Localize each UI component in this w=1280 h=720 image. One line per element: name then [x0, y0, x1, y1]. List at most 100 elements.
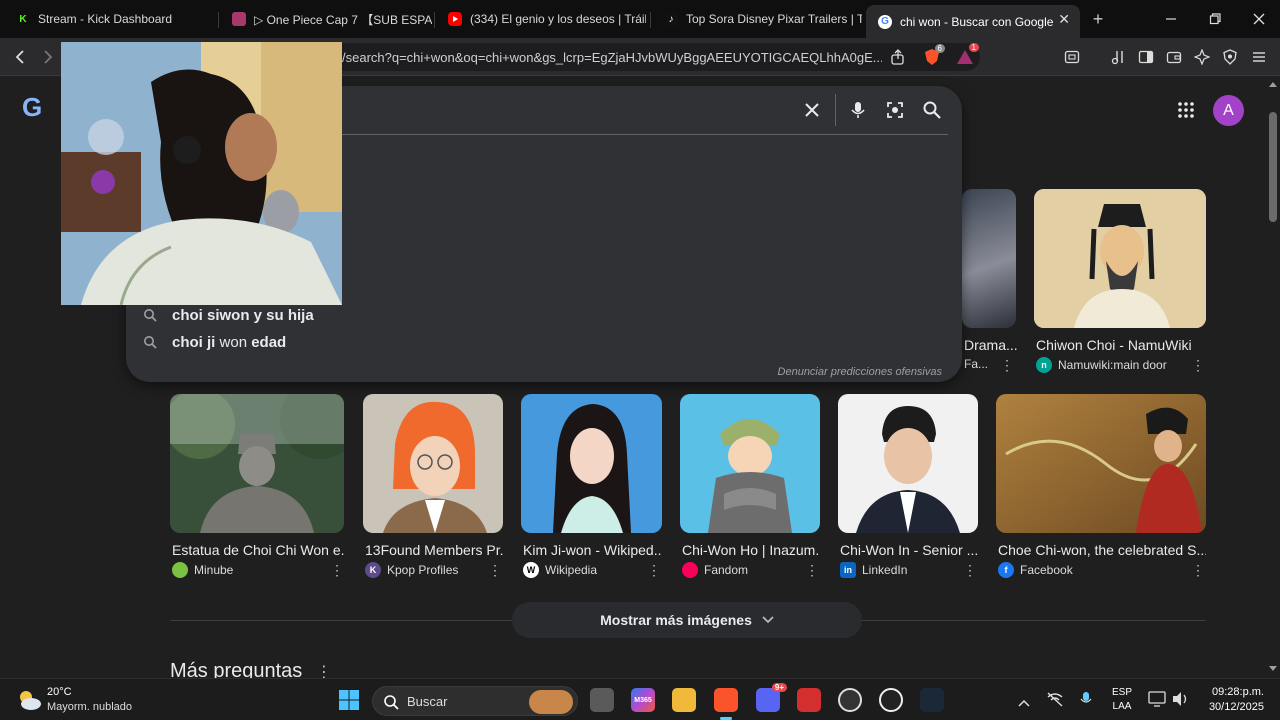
more-options-icon[interactable]: ⋮ — [488, 562, 502, 578]
image-result-card[interactable]: Estatua de Choi Chi Won e... Minube ⋮ — [170, 394, 344, 584]
obs-icon[interactable] — [838, 688, 862, 712]
reader-mode-icon[interactable] — [1062, 47, 1082, 67]
clear-search-icon[interactable] — [802, 100, 822, 120]
microsoft-365-icon[interactable]: M365 — [631, 688, 655, 712]
close-window-button[interactable] — [1248, 8, 1270, 30]
scrollbar-thumb[interactable] — [1269, 112, 1277, 222]
google-logo[interactable]: G — [22, 92, 42, 123]
file-explorer-icon[interactable] — [672, 688, 696, 712]
webcam-app-icon[interactable] — [879, 688, 903, 712]
result-source[interactable]: Fa... — [964, 357, 994, 371]
lens-search-icon[interactable] — [885, 100, 905, 120]
image-result-card[interactable]: Chi-Won In - Senior ... in LinkedIn ⋮ — [838, 394, 978, 584]
weather-temp[interactable]: 20°C — [47, 686, 72, 698]
more-options-icon[interactable]: ⋮ — [1000, 357, 1014, 373]
tab-one-piece[interactable]: ▷ One Piece Cap 7 【SUB ESPAÑOL — [220, 5, 432, 33]
back-icon[interactable] — [10, 47, 30, 67]
tab-google-search[interactable]: G chi won - Buscar con Google ✕ — [866, 5, 1080, 38]
more-options-icon[interactable]: ⋮ — [330, 562, 344, 578]
result-title[interactable]: Choe Chi-won, the celebrated S... — [998, 542, 1206, 558]
image-result-card[interactable]: Chiwon Choi - NamuWiki n Namuwiki:main d… — [1034, 189, 1206, 373]
image-result-card[interactable]: Chi-Won Ho | Inazum... Fandom ⋮ — [680, 394, 820, 584]
scroll-up-arrow[interactable] — [1269, 82, 1277, 87]
wallet-icon[interactable] — [1164, 47, 1184, 67]
more-options-icon[interactable]: ⋮ — [805, 562, 819, 578]
result-thumbnail[interactable] — [363, 394, 503, 533]
result-thumbnail[interactable] — [962, 189, 1016, 328]
menu-icon[interactable] — [1249, 47, 1269, 67]
url-text[interactable]: /search?q=chi+won&oq=chi+won&gs_lcrp=EgZ… — [342, 50, 882, 65]
display-icon[interactable] — [1148, 691, 1166, 712]
result-source[interactable]: W Wikipedia — [523, 562, 597, 578]
vpn-shield-icon[interactable] — [1220, 47, 1240, 67]
clock[interactable]: 09:28:p.m. 30/12/2025 — [1200, 686, 1264, 713]
suggestion-item[interactable]: choi siwon y su hija — [138, 302, 314, 328]
close-tab-icon[interactable]: ✕ — [1058, 11, 1070, 28]
brave-shields-icon[interactable]: 6 — [922, 44, 945, 67]
show-more-images-button[interactable]: Mostrar más imágenes — [512, 602, 862, 638]
network-off-icon[interactable] — [1046, 691, 1064, 712]
suggestion-item[interactable]: choi ji won edad — [138, 329, 286, 355]
more-options-icon[interactable]: ⋮ — [1191, 562, 1205, 578]
result-source[interactable]: Minube — [172, 562, 233, 578]
search-icon[interactable] — [922, 100, 942, 120]
scroll-down-arrow[interactable] — [1269, 666, 1277, 671]
image-result-card[interactable]: Kim Ji-won - Wikiped... W Wikipedia ⋮ — [521, 394, 662, 584]
forward-icon[interactable] — [38, 47, 58, 67]
result-title[interactable]: Chiwon Choi - NamuWiki — [1036, 337, 1206, 353]
result-title[interactable]: Chi-Won In - Senior ... — [840, 542, 978, 558]
image-result-card[interactable]: Drama... Fa... ⋮ — [962, 189, 1018, 373]
voice-search-icon[interactable] — [848, 100, 868, 120]
image-result-card[interactable]: Choe Chi-won, the celebrated S... f Face… — [996, 394, 1206, 584]
brave-browser-icon[interactable] — [714, 688, 738, 712]
report-predictions-link[interactable]: Denunciar predicciones ofensivas — [778, 366, 942, 378]
start-button[interactable] — [337, 688, 361, 712]
result-title[interactable]: Estatua de Choi Chi Won e... — [172, 542, 344, 558]
more-options-icon[interactable]: ⋮ — [316, 664, 332, 678]
tab-youtube[interactable]: (334) El genio y los deseos | Tráiler — [436, 5, 646, 33]
result-thumbnail[interactable] — [521, 394, 662, 533]
result-title[interactable]: Drama... — [964, 337, 1018, 353]
result-source[interactable]: f Facebook — [998, 562, 1073, 578]
result-source[interactable]: n Namuwiki:main door — [1036, 357, 1167, 373]
account-avatar[interactable]: A — [1213, 95, 1244, 126]
restore-button[interactable] — [1204, 8, 1226, 30]
weather-icon[interactable] — [16, 687, 42, 713]
result-title[interactable]: Chi-Won Ho | Inazum... — [682, 542, 820, 558]
new-tab-button[interactable]: + — [1087, 8, 1109, 30]
microphone-icon[interactable] — [1080, 691, 1092, 712]
media-icon[interactable] — [1108, 47, 1128, 67]
result-thumbnail[interactable] — [170, 394, 344, 533]
tab-kick-dashboard[interactable]: K Stream - Kick Dashboard — [4, 5, 214, 33]
more-options-icon[interactable]: ⋮ — [1191, 357, 1205, 373]
discord-icon[interactable]: 9+ — [756, 683, 787, 712]
steam-icon[interactable] — [920, 688, 944, 712]
share-icon[interactable] — [888, 47, 908, 67]
result-thumbnail[interactable] — [680, 394, 820, 533]
sidebar-icon[interactable] — [1136, 47, 1156, 67]
more-options-icon[interactable]: ⋮ — [963, 562, 977, 578]
task-view-icon[interactable] — [590, 688, 614, 712]
result-title[interactable]: 13Found Members Pr... — [365, 542, 503, 558]
result-thumbnail[interactable] — [838, 394, 978, 533]
page-scrollbar[interactable] — [1266, 76, 1280, 678]
minimize-button[interactable] — [1160, 8, 1182, 30]
image-result-card[interactable]: 13Found Members Pr... K Kpop Profiles ⋮ — [363, 394, 503, 584]
chevron-up-icon[interactable] — [1018, 694, 1030, 712]
more-options-icon[interactable]: ⋮ — [647, 562, 661, 578]
taskbar-search-box[interactable]: Buscar — [372, 686, 578, 716]
result-thumbnail[interactable] — [1034, 189, 1206, 328]
result-source[interactable]: in LinkedIn — [840, 562, 907, 578]
weather-desc[interactable]: Mayorm. nublado — [47, 701, 132, 713]
leo-ai-icon[interactable] — [1192, 47, 1212, 67]
result-source[interactable]: K Kpop Profiles — [365, 562, 458, 578]
brave-rewards-icon[interactable]: 1 — [955, 43, 979, 67]
result-title[interactable]: Kim Ji-won - Wikiped... — [523, 542, 662, 558]
result-source[interactable]: Fandom — [682, 562, 748, 578]
language-indicator[interactable]: ESP LAA — [1112, 687, 1132, 712]
tab-tiktok[interactable]: ♪ Top Sora Disney Pixar Trailers | Tik — [652, 5, 862, 33]
result-thumbnail[interactable] — [996, 394, 1206, 533]
apps-grid-icon[interactable] — [1176, 100, 1196, 120]
streaming-app-icon[interactable] — [797, 688, 821, 712]
volume-icon[interactable] — [1172, 691, 1190, 712]
